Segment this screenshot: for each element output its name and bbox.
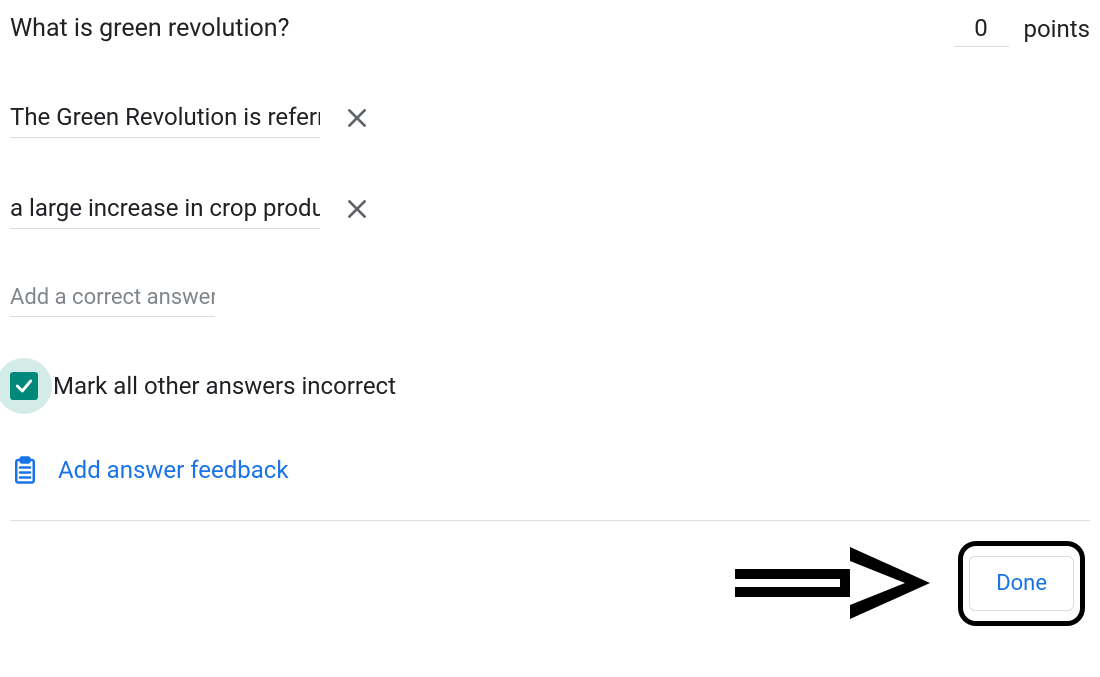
answer-row: [10, 97, 1090, 138]
answer-input-1[interactable]: [10, 97, 320, 138]
question-title: What is green revolution?: [10, 14, 289, 43]
close-icon: [344, 105, 370, 131]
add-answer-input[interactable]: [10, 279, 215, 317]
points-group: points: [954, 10, 1091, 47]
points-label: points: [1024, 15, 1091, 43]
mark-incorrect-row: Mark all other answers incorrect: [10, 372, 1090, 400]
close-icon: [344, 196, 370, 222]
divider: [10, 520, 1090, 521]
done-button[interactable]: Done: [969, 556, 1074, 611]
add-feedback-link[interactable]: Add answer feedback: [10, 455, 1090, 485]
remove-answer-button[interactable]: [340, 192, 374, 226]
check-icon: [14, 376, 34, 396]
question-header: What is green revolution? points: [10, 10, 1090, 47]
add-answer-row: [10, 279, 1090, 317]
remove-answer-button[interactable]: [340, 101, 374, 135]
arrow-annotation-icon: [735, 539, 935, 629]
answer-row: [10, 188, 1090, 229]
clipboard-icon: [10, 455, 40, 485]
points-input[interactable]: [954, 10, 1009, 47]
done-button-highlight: Done: [958, 541, 1085, 626]
footer-row: Done: [10, 541, 1090, 626]
mark-incorrect-checkbox[interactable]: [10, 372, 38, 400]
add-feedback-label: Add answer feedback: [58, 456, 289, 484]
mark-incorrect-label: Mark all other answers incorrect: [53, 372, 396, 400]
answer-input-2[interactable]: [10, 188, 320, 229]
